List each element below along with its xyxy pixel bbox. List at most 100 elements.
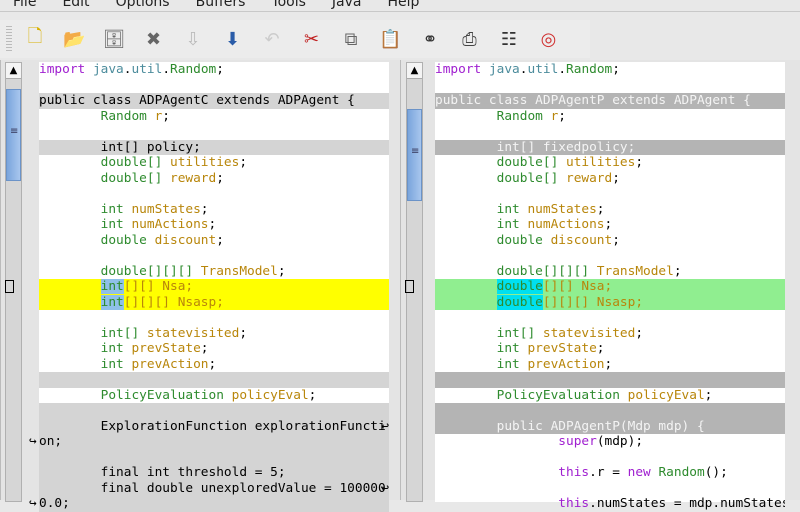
code-line: import java.util.Random; [39, 62, 389, 78]
code-line: ↪ on; [29, 434, 389, 450]
code-token: ; [673, 263, 682, 279]
code-token: java [488, 62, 520, 77]
code-line: super(mdp); [435, 434, 785, 450]
menu-java[interactable]: Java [332, 0, 362, 11]
code-token: ; [612, 62, 620, 77]
code-line: double[][] Nsa; [405, 279, 785, 295]
code-token: super [558, 434, 597, 449]
menu-tools[interactable]: Tools [271, 0, 306, 11]
code-token: statevisited [542, 325, 636, 341]
code-token: ; [239, 155, 248, 170]
code-token: int [435, 341, 528, 356]
scroll-up-arrow-icon[interactable]: ▲ [407, 63, 422, 79]
code-token: . [162, 62, 171, 77]
code-token: Random [566, 62, 613, 77]
code-line: double discount; [435, 233, 785, 249]
code-token: prevAction [131, 356, 209, 372]
code-line: double[][][] TransModel; [39, 264, 389, 280]
right-pane: ▲ import java.util.Random; public class A… [400, 60, 800, 511]
menu-edit[interactable]: Edit [62, 0, 89, 11]
diff-marker-icon[interactable] [5, 280, 14, 293]
code-token: java [92, 62, 124, 77]
open-folder-icon[interactable]: 📂 [62, 26, 88, 52]
code-line: public class ADPAgentP extends ADPAgent … [435, 93, 785, 109]
print-icon[interactable]: ⎙ [457, 26, 483, 52]
menu-buffers[interactable]: Buffers [196, 0, 246, 11]
code-line: int prevAction; [39, 357, 389, 373]
new-file-icon[interactable]: 🗋 [22, 26, 48, 52]
code-line: Random r; [435, 109, 785, 125]
code-token: . [558, 62, 567, 77]
wrap-icon: ↩ [381, 418, 389, 434]
menu-help[interactable]: Help [387, 0, 419, 11]
code-line: int[][] Nsa; [5, 279, 389, 295]
code-line: int prevState; [39, 341, 389, 357]
code-line: this.r = new Random(); [435, 465, 785, 481]
toolbar-grip[interactable] [6, 26, 12, 52]
code-token: double [496, 279, 543, 294]
code-token: statevisited [146, 325, 240, 341]
code-token: ; [200, 341, 209, 356]
left-pane: ▲ import java.util.Random; public class A… [0, 60, 400, 512]
code-line: int[][][] Nsasp; [39, 294, 389, 310]
code-token: ; [612, 232, 620, 248]
close-icon[interactable]: ✖ [141, 26, 167, 52]
find-binoculars-icon[interactable]: ⚭ [417, 26, 443, 52]
code-token: int [435, 201, 528, 217]
code-line: Random r; [39, 109, 389, 125]
code-line: final double unexploredValue = 100000 ↩ [39, 480, 389, 496]
copy-icon[interactable]: ⧉ [338, 26, 364, 52]
download-disabled-icon[interactable]: ⇩ [180, 26, 206, 52]
preferences-icon[interactable]: ☷ [496, 26, 522, 52]
code-token: ; [635, 155, 644, 170]
code-line: int numStates; [39, 202, 389, 218]
code-token: TransModel [200, 263, 278, 279]
code-token: Random [658, 465, 705, 480]
code-line: public ADPAgentP(Mdp mdp) { [435, 418, 785, 434]
save-icon[interactable]: 🗄 [101, 26, 127, 52]
code-line: int numActions; [435, 217, 785, 233]
left-code-view[interactable]: import java.util.Random; public class ADP… [5, 62, 389, 512]
code-token: double[] [435, 170, 566, 186]
left-scroll-thumb[interactable] [6, 89, 21, 181]
code-token: ; [216, 232, 224, 248]
code-line: double[][][] Nsasp; [435, 294, 785, 310]
paste-icon[interactable]: 📋 [378, 26, 404, 52]
code-token: .r = [589, 465, 628, 480]
code-token: prevState [131, 341, 201, 356]
code-token: TransModel [596, 263, 674, 279]
code-line: int[] fixedpolicy; [435, 139, 785, 155]
code-line [39, 372, 389, 388]
scroll-up-arrow-icon[interactable]: ▲ [6, 63, 21, 79]
right-scroll-thumb[interactable] [407, 109, 422, 201]
help-icon[interactable]: ◎ [536, 26, 562, 52]
code-token: import [435, 62, 489, 77]
cut-icon[interactable]: ✂ [299, 26, 325, 52]
save-as-icon[interactable]: ⬇ [220, 26, 246, 52]
undo-disabled-icon[interactable]: ↶ [259, 26, 285, 52]
code-token: ; [239, 325, 248, 341]
code-token: import [39, 62, 93, 77]
code-line: public class ADPAgentC extends ADPAgent … [39, 93, 389, 109]
right-code-view[interactable]: import java.util.Random; public class ADP… [405, 62, 785, 511]
menu-options[interactable]: Options [116, 0, 170, 11]
code-token: int [39, 356, 132, 372]
code-token: [][] Nsa; [123, 279, 194, 294]
code-line: ExplorationFunction explorationFuncti ↩ [39, 418, 389, 434]
menu-file[interactable]: File [13, 0, 36, 11]
code-token: ; [162, 108, 171, 124]
code-token: ; [208, 217, 217, 232]
code-token: on; [39, 434, 63, 449]
code-token: ; [604, 217, 613, 232]
diff-marker-icon[interactable] [405, 280, 414, 293]
code-token: util [131, 62, 163, 77]
code-token: ; [216, 170, 224, 186]
code-token: Random [170, 62, 217, 77]
code-token: int [39, 341, 132, 356]
code-line: int[] policy; [39, 139, 389, 155]
